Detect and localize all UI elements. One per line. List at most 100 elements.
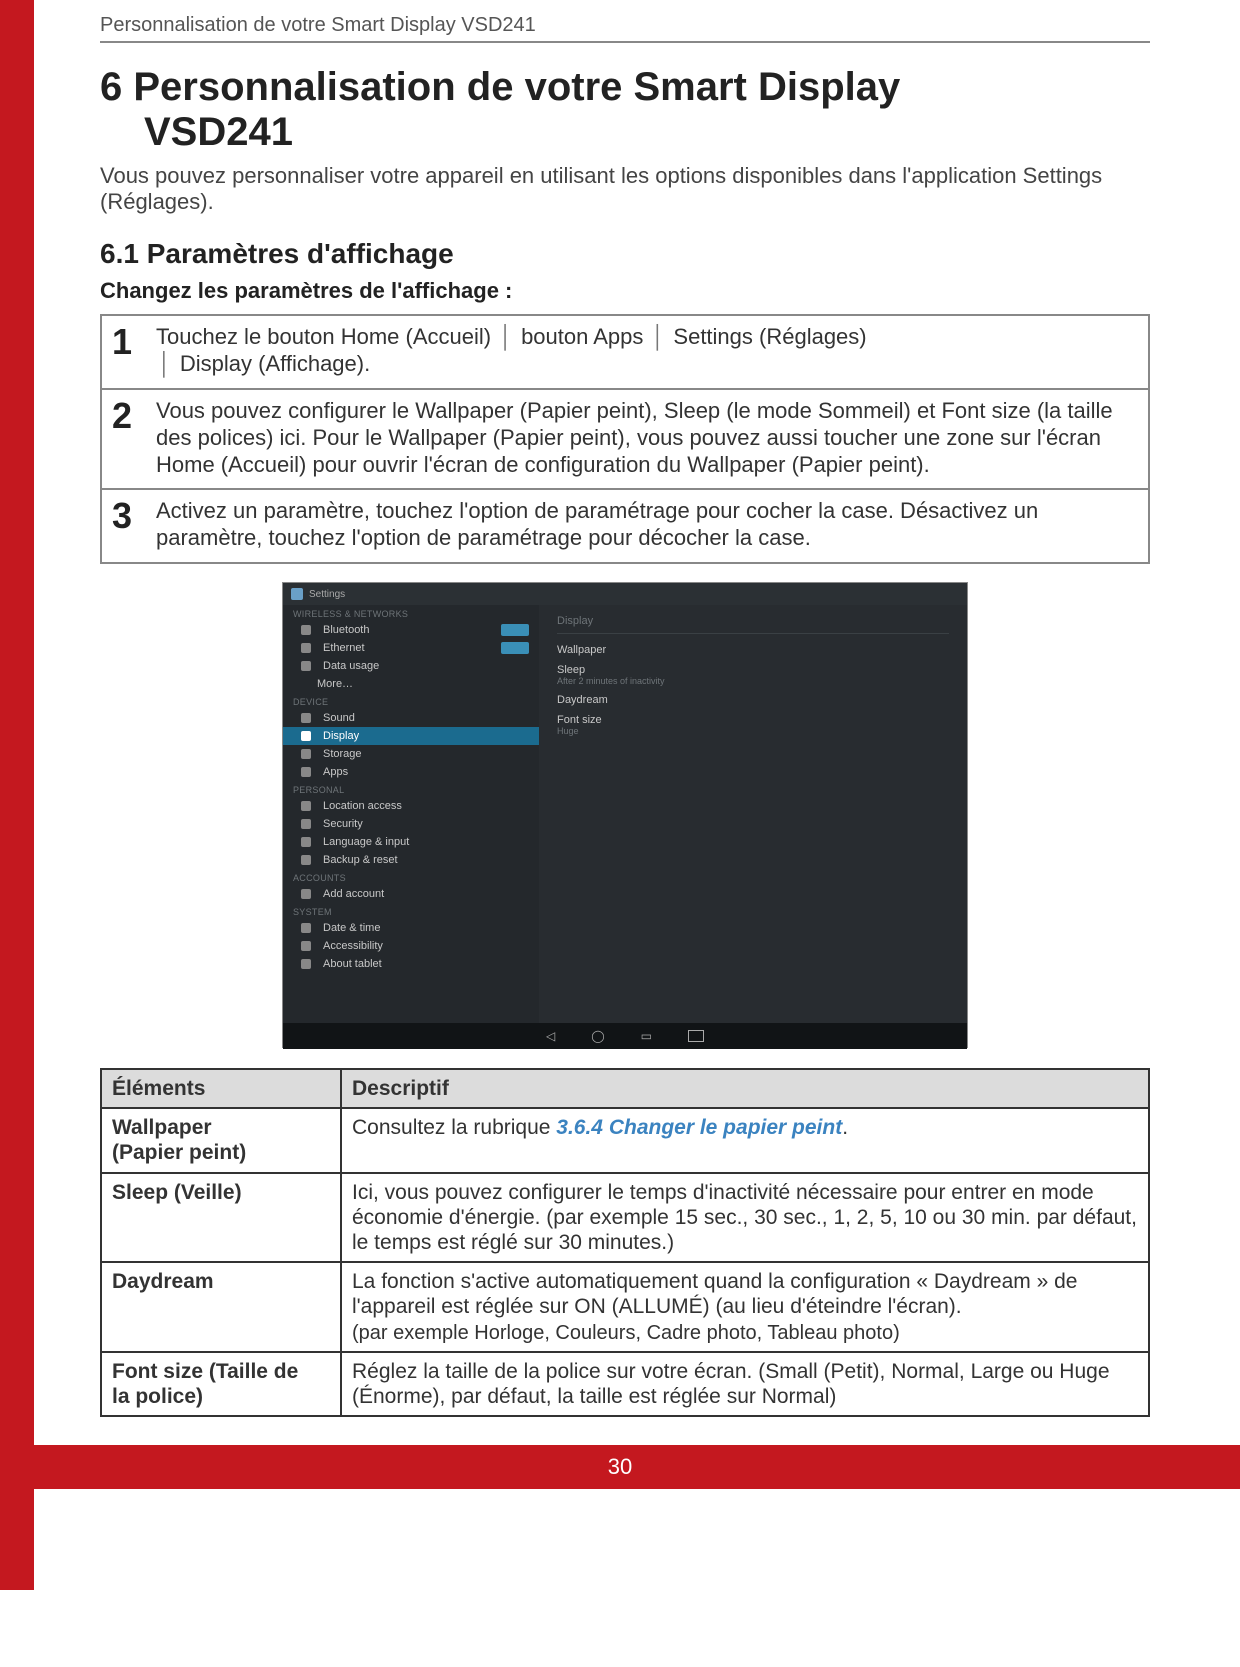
section-subhead: Changez les paramètres de l'affichage : (100, 278, 1150, 304)
plus-icon (301, 889, 311, 899)
table-cell-desc: Consultez la rubrique 3.6.4 Changer le p… (341, 1108, 1149, 1172)
step1-segment: Settings (Réglages) (673, 324, 866, 349)
sound-icon (301, 713, 311, 723)
sidebar-item-about[interactable]: About tablet (283, 955, 539, 973)
toggle-switch[interactable] (501, 624, 529, 636)
settings-screenshot: Settings WIRELESS & NETWORKS Bluetooth E… (282, 582, 968, 1048)
settings-detail-pane: Display Wallpaper Sleep After 2 minutes … (539, 605, 967, 1023)
sidebar-item-backup[interactable]: Backup & reset (283, 851, 539, 869)
language-icon (301, 837, 311, 847)
sidebar-category: WIRELESS & NETWORKS (283, 605, 539, 621)
table-row: Daydream La fonction s'active automatiqu… (101, 1262, 1149, 1352)
step-text: Activez un paramètre, touchez l'option d… (156, 498, 1136, 552)
step-row: 1 Touchez le bouton Home (Accueil) │ bou… (102, 316, 1148, 390)
sidebar-item-date-time[interactable]: Date & time (283, 919, 539, 937)
sidebar-item-add-account[interactable]: Add account (283, 885, 539, 903)
location-icon (301, 801, 311, 811)
sidebar-item-storage[interactable]: Storage (283, 745, 539, 763)
sidebar-category: ACCOUNTS (283, 869, 539, 885)
step-row: 3 Activez un paramètre, touchez l'option… (102, 490, 1148, 562)
sidebar-label: Data usage (323, 660, 379, 672)
chapter-title: 6 Personnalisation de votre Smart Displa… (100, 65, 1150, 155)
detail-item-daydream[interactable]: Daydream (557, 690, 949, 710)
sidebar-label: Date & time (323, 922, 380, 934)
sidebar-item-location[interactable]: Location access (283, 797, 539, 815)
step1-segment: Display (Affichage). (180, 351, 370, 376)
sidebar-label: Backup & reset (323, 854, 398, 866)
sidebar-label: More… (317, 678, 353, 690)
step1-segment: bouton Apps (521, 324, 643, 349)
side-accent-bar (0, 0, 34, 1590)
sidebar-category: PERSONAL (283, 781, 539, 797)
page-footer: 30 (0, 1445, 1240, 1489)
detail-title: Display (557, 615, 949, 634)
detail-item-sleep[interactable]: Sleep After 2 minutes of inactivity (557, 660, 949, 690)
sidebar-item-data-usage[interactable]: Data usage (283, 657, 539, 675)
window-title: Settings (309, 589, 345, 600)
sidebar-item-display[interactable]: Display (283, 727, 539, 745)
back-icon[interactable]: ◁ (546, 1029, 555, 1043)
sidebar-label: Bluetooth (323, 624, 369, 636)
table-cell-name: Sleep (Veille) (101, 1173, 341, 1263)
bluetooth-icon (301, 625, 311, 635)
table-cell-desc: Réglez la taille de la police sur votre … (341, 1352, 1149, 1416)
lock-icon (301, 819, 311, 829)
step-number: 3 (112, 498, 156, 552)
sidebar-label: Sound (323, 712, 355, 724)
sidebar-item-ethernet[interactable]: Ethernet (283, 639, 539, 657)
sidebar-label: Language & input (323, 836, 409, 848)
step-number: 2 (112, 398, 156, 478)
table-header-description: Descriptif (341, 1069, 1149, 1108)
detail-sublabel: Huge (557, 726, 949, 736)
detail-item-font-size[interactable]: Font size Huge (557, 710, 949, 740)
sidebar-label: Location access (323, 800, 402, 812)
window-titlebar: Settings (283, 583, 967, 605)
sidebar-item-apps[interactable]: Apps (283, 763, 539, 781)
sidebar-category: DEVICE (283, 693, 539, 709)
sidebar-label: About tablet (323, 958, 382, 970)
section-title: 6.1 Paramètres d'affichage (100, 238, 1150, 270)
path-separator: │ (497, 324, 515, 349)
sidebar-item-bluetooth[interactable]: Bluetooth (283, 621, 539, 639)
step-number: 1 (112, 324, 156, 378)
chapter-title-line2: VSD241 (100, 110, 293, 154)
step-text: Vous pouvez configurer le Wallpaper (Pap… (156, 398, 1136, 478)
sidebar-label: Display (323, 730, 359, 742)
storage-icon (301, 749, 311, 759)
sidebar-category: SYSTEM (283, 903, 539, 919)
sidebar-item-accessibility[interactable]: Accessibility (283, 937, 539, 955)
steps-container: 1 Touchez le bouton Home (Accueil) │ bou… (100, 314, 1150, 564)
running-head: Personnalisation de votre Smart Display … (100, 8, 1150, 43)
table-cell-name: Wallpaper (Papier peint) (101, 1108, 341, 1172)
sidebar-label: Add account (323, 888, 384, 900)
path-separator: │ (650, 324, 668, 349)
table-cell-name: Daydream (101, 1262, 341, 1352)
sidebar-item-language[interactable]: Language & input (283, 833, 539, 851)
recent-icon[interactable]: ▭ (641, 1029, 652, 1043)
ethernet-icon (301, 643, 311, 653)
display-icon (301, 731, 311, 741)
sidebar-item-sound[interactable]: Sound (283, 709, 539, 727)
step1-segment: Touchez le bouton Home (Accueil) (156, 324, 491, 349)
table-row: Font size (Taille de la police) Réglez l… (101, 1352, 1149, 1416)
detail-label: Font size (557, 714, 602, 726)
home-icon[interactable]: ◯ (591, 1029, 604, 1043)
table-row: Wallpaper (Papier peint) Consultez la ru… (101, 1108, 1149, 1172)
sidebar-item-security[interactable]: Security (283, 815, 539, 833)
cross-reference-link[interactable]: 3.6.4 Changer le papier peint (556, 1116, 842, 1139)
chapter-intro: Vous pouvez personnaliser votre appareil… (100, 163, 1150, 217)
detail-item-wallpaper[interactable]: Wallpaper (557, 640, 949, 660)
backup-icon (301, 855, 311, 865)
screenshot-icon[interactable] (688, 1030, 704, 1042)
apps-icon (301, 767, 311, 777)
step-row: 2 Vous pouvez configurer le Wallpaper (P… (102, 390, 1148, 490)
step-text: Touchez le bouton Home (Accueil) │ bouto… (156, 324, 867, 378)
android-navbar: ◁ ◯ ▭ (283, 1023, 967, 1049)
sidebar-label: Ethernet (323, 642, 365, 654)
table-cell-name: Font size (Taille de la police) (101, 1352, 341, 1416)
table-cell-desc: La fonction s'active automatiquement qua… (341, 1262, 1149, 1352)
data-icon (301, 661, 311, 671)
path-separator: │ (156, 351, 174, 376)
sidebar-item-more[interactable]: More… (283, 675, 539, 693)
toggle-switch[interactable] (501, 642, 529, 654)
